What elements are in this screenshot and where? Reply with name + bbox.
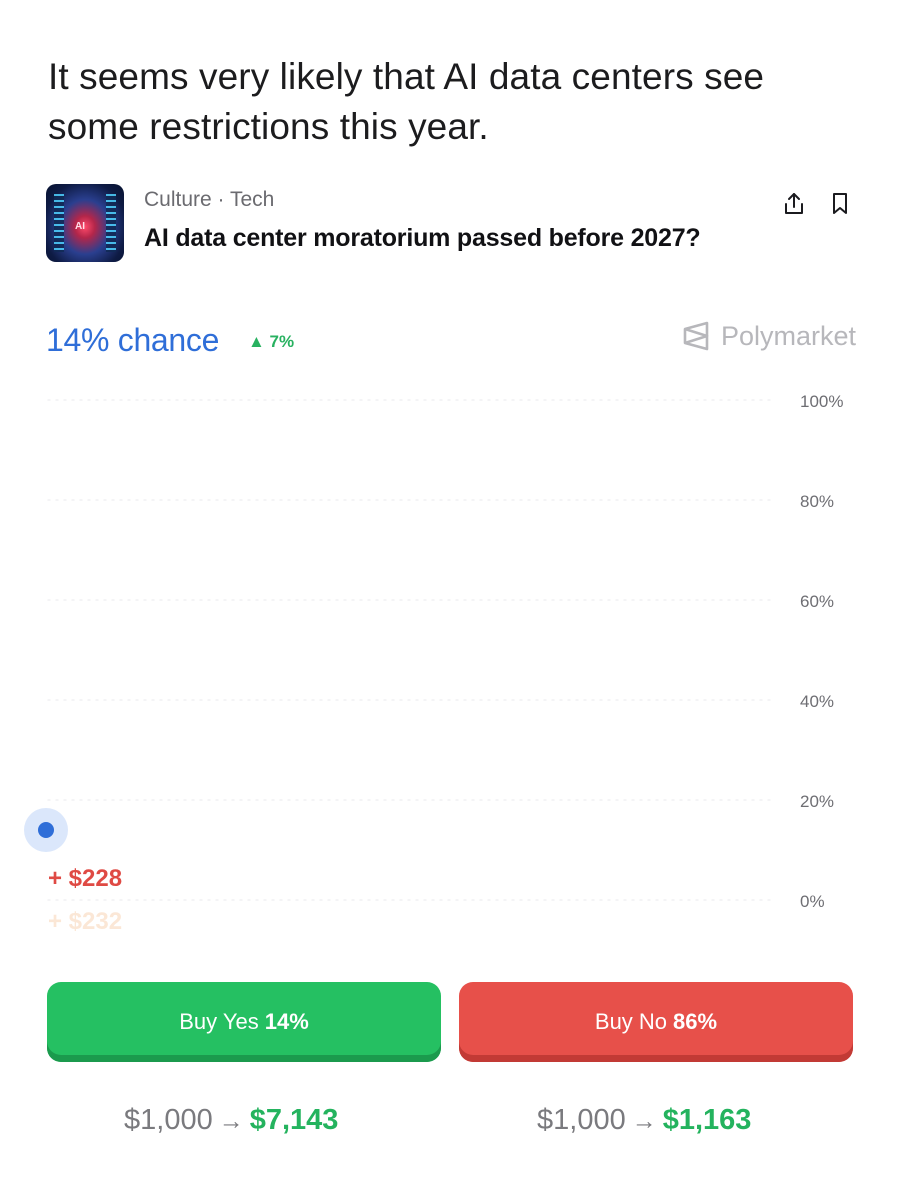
chance-value: 14% chance [46, 322, 220, 358]
chance-delta: ▲ 7% [248, 332, 295, 351]
buy-no-price: 86% [673, 1009, 718, 1034]
arrow-right-icon: → [218, 1107, 244, 1135]
y-tick-label: 60% [800, 592, 834, 611]
payout-yes-return: $7,143 [249, 1104, 339, 1136]
market-title[interactable]: AI data center moratorium passed before … [144, 224, 701, 253]
y-tick-label: 0% [800, 892, 825, 911]
bookmark-icon[interactable] [826, 190, 854, 218]
buy-yes-button[interactable]: Buy Yes 14% [47, 982, 441, 1062]
thumbnail-label: AI [75, 221, 85, 232]
payout-no-return: $1,163 [662, 1104, 752, 1136]
payout-yes-stake: $1,000 [124, 1104, 213, 1136]
y-tick-label: 100% [800, 392, 843, 411]
brand-name: Polymarket [720, 320, 856, 351]
pnl-annotation: + $228 [48, 865, 122, 892]
payout-yes: $1,000 → $7,143 [124, 1104, 338, 1137]
market-header: AI Culture · Tech AI data center morator… [46, 182, 856, 262]
arrow-right-icon: → [631, 1107, 657, 1135]
pnl-annotation-faded: + $232 [48, 908, 122, 935]
probability-row: 14% chance ▲ 7% Polymarket [46, 318, 856, 362]
headline: It seems very likely that AI data center… [48, 56, 765, 147]
payout-no-stake: $1,000 [537, 1104, 626, 1136]
data-center-image[interactable]: AI [46, 184, 124, 262]
buy-yes-label: Buy Yes [179, 1009, 259, 1034]
y-tick-label: 80% [800, 492, 834, 511]
y-tick-label: 20% [800, 792, 834, 811]
buy-no-label: Buy No [594, 1009, 668, 1034]
polymarket-logo-icon [683, 321, 709, 351]
buy-no-button[interactable]: Buy No 86% [459, 982, 853, 1062]
market-category[interactable]: Culture · Tech [144, 188, 274, 212]
server-rack-left [54, 194, 64, 252]
share-icon[interactable] [780, 190, 808, 218]
y-tick-label: 40% [800, 692, 834, 711]
polymarket-brand[interactable]: Polymarket [681, 320, 856, 352]
price-chart[interactable]: 100% 80% 60% 40% 20% 0% + $228 + $232 [0, 380, 900, 940]
current-point [38, 822, 54, 838]
payout-no: $1,000 → $1,163 [537, 1104, 751, 1137]
server-rack-right [106, 194, 116, 252]
buy-yes-price: 14% [264, 1009, 309, 1034]
